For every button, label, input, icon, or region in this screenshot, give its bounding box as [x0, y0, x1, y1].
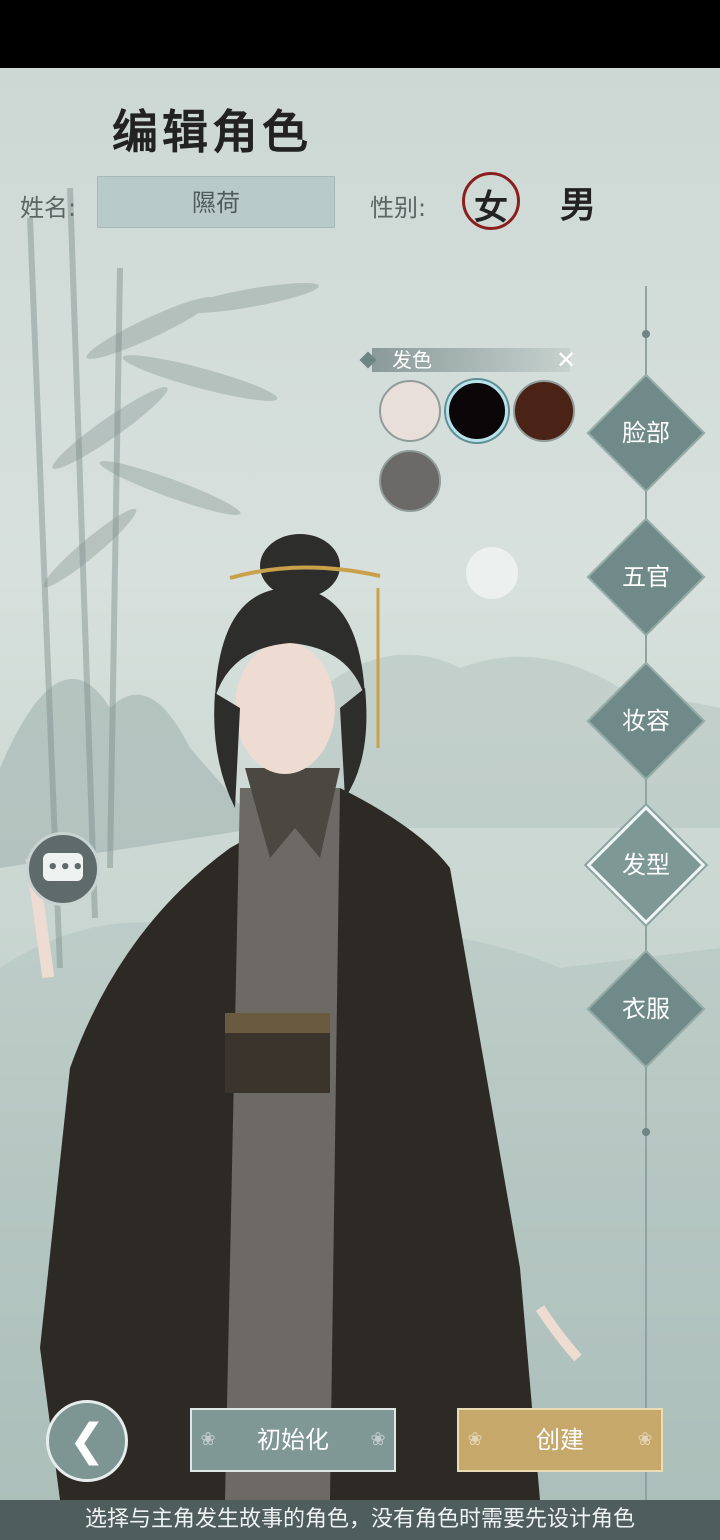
- rail-dot: [642, 330, 650, 338]
- hair-color-swatch[interactable]: [446, 380, 508, 442]
- tab-face[interactable]: 脸部: [586, 373, 706, 493]
- ornament-icon: ❀: [370, 1429, 386, 1450]
- ornament-icon: ❀: [200, 1429, 216, 1450]
- tab-clothes[interactable]: 衣服: [586, 949, 706, 1069]
- status-bar: [0, 0, 720, 68]
- scenery-background: [0, 187, 720, 1500]
- character-editor-scene: 编辑角色 姓名: 隰荷 性别: 女 男 发色 ✕ 脸部 五官 妆容 发型 衣服: [0, 68, 720, 1500]
- create-button[interactable]: ❀ 创建 ❀: [457, 1408, 663, 1472]
- gender-female-option[interactable]: 女: [462, 172, 520, 230]
- gender-male-option[interactable]: 男: [560, 176, 596, 228]
- reset-button[interactable]: ❀ 初始化 ❀: [190, 1408, 396, 1472]
- tab-makeup[interactable]: 妆容: [586, 661, 706, 781]
- close-icon[interactable]: ✕: [554, 348, 578, 372]
- chevron-left-icon: ❮: [68, 1415, 106, 1466]
- create-label: 创建: [536, 1426, 584, 1454]
- reset-label: 初始化: [257, 1426, 329, 1454]
- tab-label: 衣服: [622, 995, 670, 1023]
- chat-button[interactable]: •••: [26, 832, 100, 906]
- tab-label: 脸部: [622, 419, 670, 447]
- tab-label: 发型: [622, 851, 670, 879]
- tab-hairstyle[interactable]: 发型: [586, 805, 706, 925]
- back-button[interactable]: ❮: [46, 1400, 128, 1482]
- tab-label: 五官: [622, 563, 670, 591]
- footer-hint: 选择与主角发生故事的角色，没有角色时需要先设计角色: [0, 1500, 720, 1540]
- gender-label: 性别:: [370, 194, 427, 222]
- hair-color-swatch[interactable]: [379, 380, 441, 442]
- hair-color-swatch[interactable]: [513, 380, 575, 442]
- tab-features[interactable]: 五官: [586, 517, 706, 637]
- rail-dot: [642, 1128, 650, 1136]
- page-title: 编辑角色: [112, 105, 312, 159]
- hair-color-panel-header: 发色 ✕: [359, 348, 580, 374]
- gender-female-label: 女: [474, 188, 508, 228]
- hair-color-swatch[interactable]: [379, 450, 441, 512]
- ellipsis-icon: •••: [47, 857, 85, 878]
- ornament-icon: ❀: [467, 1429, 483, 1450]
- name-label: 姓名:: [20, 194, 77, 222]
- tab-label: 妆容: [622, 707, 670, 735]
- ornament-icon: ❀: [637, 1429, 653, 1450]
- name-field[interactable]: 隰荷: [97, 176, 335, 228]
- hair-color-title: 发色: [392, 348, 432, 372]
